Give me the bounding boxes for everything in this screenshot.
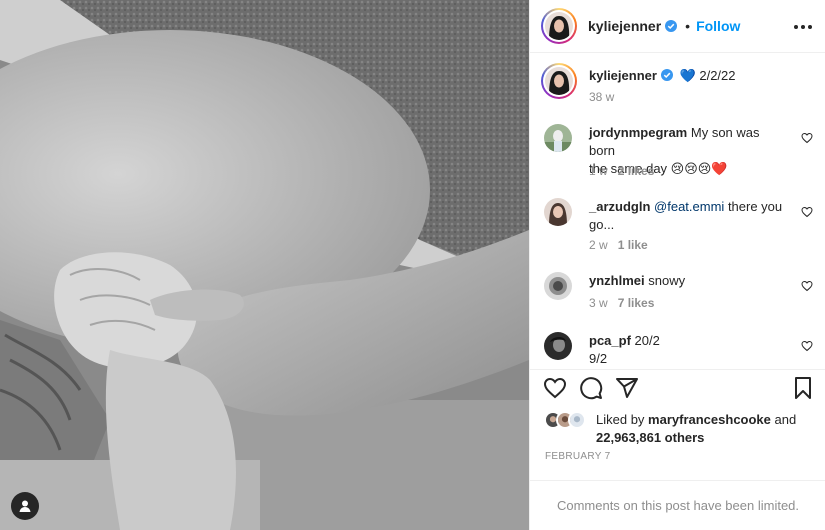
- like-comment-heart-icon[interactable]: [801, 340, 813, 352]
- liker-avatar[interactable]: [568, 411, 586, 429]
- author-story-ring[interactable]: [541, 8, 577, 44]
- author-line: kyliejenner • Follow: [588, 18, 740, 34]
- verified-icon: [660, 69, 673, 81]
- caption-text: 💙 2/2/22: [679, 68, 736, 83]
- comment-age: 1 w: [589, 164, 608, 178]
- follow-button[interactable]: Follow: [696, 18, 740, 34]
- caption-line: kyliejenner 💙 2/2/22: [589, 68, 736, 84]
- share-icon[interactable]: [615, 376, 639, 400]
- comment-text: there you: [727, 199, 783, 214]
- commenter-avatar[interactable]: [544, 124, 572, 152]
- comment-username[interactable]: _arzudgln: [589, 199, 650, 214]
- comment-text-line2: go...: [589, 217, 615, 232]
- comment-body: ynzhlmei snowy: [589, 272, 789, 290]
- liked-by-prefix: Liked by: [596, 412, 645, 427]
- comment-body: pca_pf 20/2 9/2: [589, 332, 789, 368]
- caption-author-avatar: [545, 67, 573, 95]
- comment-likes[interactable]: 2 likes: [618, 164, 655, 178]
- likes-count[interactable]: 22,963,861 others: [596, 430, 704, 445]
- comment-icon[interactable]: [579, 376, 603, 400]
- comment-username[interactable]: ynzhlmei: [589, 273, 645, 288]
- header-separator: •: [685, 18, 691, 34]
- like-comment-heart-icon[interactable]: [801, 132, 813, 144]
- liked-by-text: Liked by maryfranceshcooke and 22,963,86…: [596, 411, 825, 447]
- liked-by-user[interactable]: maryfranceshcooke: [648, 412, 771, 427]
- comment-meta: 3 w 7 likes: [589, 296, 654, 310]
- comment-body: _arzudgln @feat.emmi there you go...: [589, 198, 789, 234]
- comment-username[interactable]: jordynmpegram: [589, 125, 687, 140]
- verified-icon: [665, 20, 678, 32]
- comment-text-line2: 9/2: [589, 351, 608, 366]
- liked-by-and: and: [774, 412, 797, 427]
- post-side-panel: kyliejenner • Follow kyliejenner 💙 2/2/22 …: [529, 0, 825, 530]
- comment-username[interactable]: pca_pf: [589, 333, 631, 348]
- comments-limited-notice: Comments on this post have been limited.: [530, 480, 825, 530]
- author-avatar: [545, 12, 573, 40]
- comment-meta: 2 w 1 like: [589, 238, 648, 252]
- comment-likes[interactable]: 1 like: [618, 238, 648, 252]
- comment-mention[interactable]: @feat.emmi: [654, 199, 724, 214]
- bookmark-icon[interactable]: [791, 376, 815, 400]
- post-header: kyliejenner • Follow: [530, 0, 825, 53]
- more-options-icon[interactable]: [794, 19, 812, 35]
- post-image: [0, 0, 529, 530]
- comment-text: snowy: [648, 273, 686, 288]
- comment-age: 2 w: [589, 238, 608, 252]
- author-username[interactable]: kyliejenner: [588, 18, 661, 34]
- commenter-avatar[interactable]: [544, 332, 572, 360]
- caption-username[interactable]: kyliejenner: [589, 68, 657, 83]
- user-tag-icon[interactable]: [11, 492, 39, 520]
- heart-icon[interactable]: [543, 376, 567, 400]
- commenter-avatar[interactable]: [544, 272, 572, 300]
- caption-author-story-ring[interactable]: [541, 63, 577, 99]
- like-comment-heart-icon[interactable]: [801, 206, 813, 218]
- comment-likes[interactable]: 7 likes: [618, 296, 655, 310]
- post-action-bar: [530, 369, 825, 403]
- comment-age: 3 w: [589, 296, 608, 310]
- comment-text: 20/2: [634, 333, 660, 348]
- commenter-avatar[interactable]: [544, 198, 572, 226]
- comment-meta: 1 w 2 likes: [589, 164, 654, 178]
- post-photo[interactable]: [0, 0, 529, 530]
- caption-age: 38 w: [589, 90, 615, 104]
- like-comment-heart-icon[interactable]: [801, 280, 813, 292]
- post-date[interactable]: FEBRUARY 7: [545, 451, 610, 462]
